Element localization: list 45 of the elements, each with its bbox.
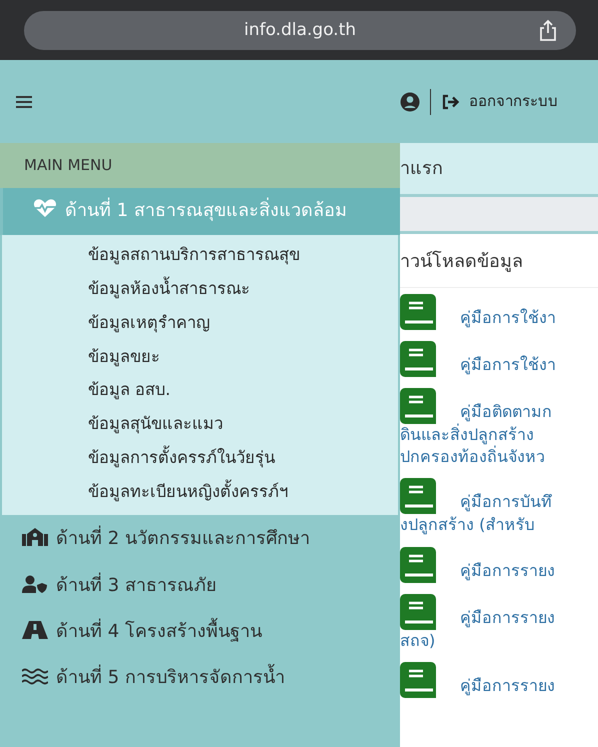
document-link[interactable]: คู่มือการใช้งา — [460, 353, 556, 377]
submenu-item[interactable]: ข้อมูลขยะ — [2, 340, 398, 374]
logout-link[interactable]: ออกจากระบบ — [441, 90, 558, 113]
sidebar-title: MAIN MENU — [0, 143, 400, 188]
submenu-item[interactable]: ข้อมูลสุนัขและแมว — [2, 408, 398, 442]
document-link[interactable]: คู่มือการใช้งา — [460, 306, 556, 330]
sidebar-item[interactable]: ด้านที่ 2 นวัตกรรมและการศึกษา — [0, 517, 400, 564]
share-icon[interactable] — [538, 19, 558, 41]
document-link-text: งปลูกสร้าง (สำหรับ — [400, 514, 536, 536]
school-icon — [22, 528, 48, 546]
book-icon — [400, 388, 436, 424]
submenu-item[interactable]: ข้อมูลเหตุรำคาญ — [2, 306, 398, 341]
document-link[interactable]: คู่มือการรายง — [460, 606, 555, 630]
address-bar[interactable]: info.dla.go.th — [24, 11, 576, 50]
breadcrumb-text: าแรก — [400, 157, 443, 181]
heart-icon — [33, 198, 57, 218]
document-link[interactable]: คู่มือการรายง — [460, 674, 555, 698]
menu-icon[interactable] — [16, 94, 32, 108]
book-icon — [400, 294, 436, 330]
document-link[interactable]: คู่มือการรายง — [460, 558, 555, 583]
document-link[interactable]: คู่มือการบันทึ — [460, 490, 552, 514]
book-icon — [400, 478, 436, 514]
submenu-item[interactable]: ข้อมูล อสบ. — [2, 374, 398, 408]
book-icon — [400, 341, 436, 377]
submenu-item[interactable]: ข้อมูลสถานบริการสาธารณสุข — [2, 239, 398, 274]
book-icon — [400, 594, 436, 630]
document-link[interactable]: คู่มือติดตามก — [460, 400, 552, 424]
url-text: info.dla.go.th — [244, 18, 356, 42]
sign-out-icon — [441, 94, 461, 110]
submenu-item[interactable]: ข้อมูลห้องน้ำสาธารณะ — [2, 273, 398, 307]
document-link-text: ปกครองท้องถิ่นจังหว — [400, 446, 546, 468]
sidebar-item[interactable]: ด้านที่ 5 การบริหารจัดการน้ำ — [0, 656, 400, 702]
road-icon — [22, 620, 48, 639]
water-icon — [22, 667, 48, 686]
section-title: าวน์โหลดข้อมูล — [400, 234, 598, 288]
book-icon — [400, 546, 436, 583]
book-icon — [400, 662, 436, 698]
document-link-text: สถจ) — [400, 630, 436, 652]
user-shield-icon — [22, 574, 48, 593]
sidebar-item[interactable]: ด้านที่ 3 สาธารณภัย — [0, 564, 400, 610]
submenu-item[interactable]: ข้อมูลการตั้งครรภ์ในวัยรุ่น — [2, 442, 398, 476]
submenu-item[interactable]: ข้อมูลทะเบียนหญิงตั้งครรภ์ฯ — [2, 476, 398, 510]
sidebar-item[interactable]: ด้านที่ 4 โครงสร้างพื้นฐาน — [0, 610, 400, 656]
document-link-text: ดินและสิ่งปลูกสร้าง — [400, 424, 535, 446]
user-icon[interactable] — [400, 92, 420, 112]
